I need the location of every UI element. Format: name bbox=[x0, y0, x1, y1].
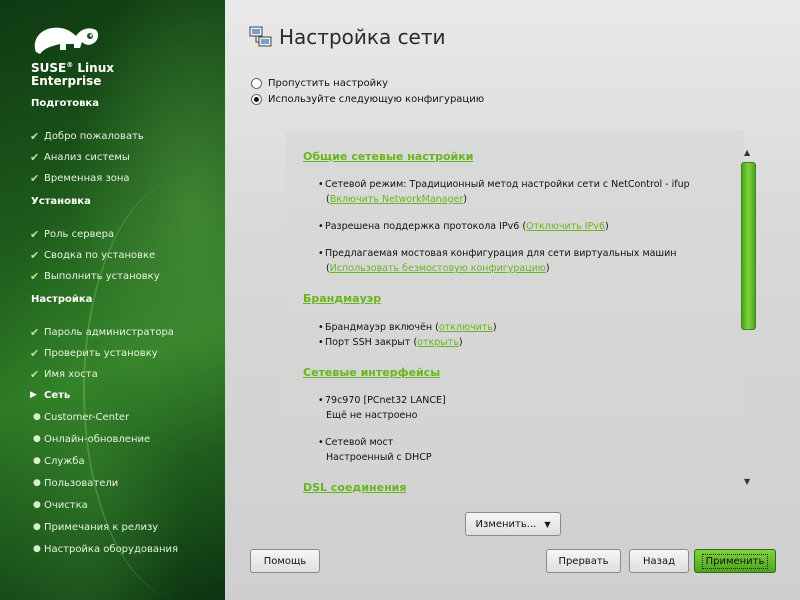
bullet-icon: ● bbox=[33, 434, 41, 444]
sidebar-item-server-role: ✔ Роль сервера bbox=[30, 227, 115, 241]
section-configuration: Настройка bbox=[31, 294, 93, 305]
ssh-port-item: •Порт SSH закрыт (открыть) bbox=[318, 337, 463, 348]
sidebar-item-release-notes: ● Примечания к релизу bbox=[30, 520, 158, 534]
sidebar-item-root-password: ✔ Пароль администратора bbox=[30, 325, 174, 339]
firewall-heading[interactable]: Брандмауэр bbox=[303, 292, 381, 305]
bullet-icon: ● bbox=[33, 544, 41, 554]
radio-label: Пропустить настройку bbox=[268, 78, 389, 89]
back-button[interactable]: Назад bbox=[629, 549, 689, 573]
sidebar-item-users: ● Пользователи bbox=[30, 476, 118, 490]
bullet-icon: ● bbox=[33, 500, 41, 510]
main-content: Настройка сети Пропустить настройку Испо… bbox=[225, 0, 800, 600]
sidebar-item-online-update: ● Онлайн-обновление bbox=[30, 432, 150, 446]
checkmark-icon: ✔ bbox=[30, 171, 40, 185]
interface-2-name: •Сетевой мост bbox=[318, 437, 394, 448]
bullet-icon: ● bbox=[33, 522, 41, 532]
interface-1-status: Ещё не настроено bbox=[326, 410, 418, 421]
sidebar-item-install-summary: ✔ Сводка по установке bbox=[30, 248, 156, 262]
bridge-link-line: (Использовать безмостовую конфигурацию) bbox=[326, 263, 550, 274]
bridgeless-config-link[interactable]: Использовать безмостовую конфигурацию bbox=[330, 263, 546, 274]
dsl-heading-partial[interactable]: DSL соединения bbox=[303, 481, 406, 494]
checkmark-icon: ✔ bbox=[30, 129, 40, 143]
checkmark-icon: ✔ bbox=[30, 346, 40, 360]
scroll-down-icon[interactable]: ▼ bbox=[744, 477, 750, 486]
back-label: Назад bbox=[642, 555, 675, 567]
checkmark-icon: ✔ bbox=[30, 150, 40, 164]
disable-ipv6-link[interactable]: Отключить IPv6 bbox=[526, 221, 605, 232]
disable-firewall-link[interactable]: отключить bbox=[439, 322, 493, 333]
suse-chameleon-logo bbox=[34, 27, 99, 54]
network-interfaces-heading[interactable]: Сетевые интерфейсы bbox=[303, 366, 440, 379]
bullet-icon: ● bbox=[33, 456, 41, 466]
ipv6-item: •Разрешена поддержка протокола IPv6 (Отк… bbox=[318, 221, 609, 232]
network-mode-link-line: (Включить NetworkManager) bbox=[326, 194, 468, 205]
network-mode-item: •Сетевой режим: Традиционный метод настр… bbox=[318, 179, 690, 190]
page-title: Настройка сети bbox=[279, 25, 446, 49]
arrow-right-icon: ▶ bbox=[30, 390, 37, 400]
checkmark-icon: ✔ bbox=[30, 367, 40, 381]
sidebar-item-customer-center: ● Customer-Center bbox=[30, 410, 129, 424]
sidebar-item-hardware-config: ● Настройка оборудования bbox=[30, 542, 178, 556]
radio-button[interactable] bbox=[251, 94, 262, 105]
sidebar: SUSE® Linux Enterprise Подготовка ✔ Добро… bbox=[0, 0, 225, 600]
sidebar-item-welcome: ✔ Добро пожаловать bbox=[30, 129, 144, 143]
skip-config-radio[interactable]: Пропустить настройку bbox=[251, 78, 388, 89]
bullet-icon: ● bbox=[33, 412, 41, 422]
brand-text: SUSE® Linux Enterprise bbox=[31, 61, 114, 88]
general-settings-heading[interactable]: Общие сетевые настройки bbox=[303, 150, 473, 163]
checkmark-icon: ✔ bbox=[30, 248, 40, 262]
scroll-up-icon[interactable]: ▲ bbox=[744, 148, 750, 157]
firewall-enabled-item: •Брандмауэр включён (отключить) bbox=[318, 322, 497, 333]
checkmark-icon: ✔ bbox=[30, 269, 40, 283]
sidebar-item-time-zone: ✔ Временная зона bbox=[30, 171, 130, 185]
enable-networkmanager-link[interactable]: Включить NetworkManager bbox=[330, 194, 464, 205]
checkmark-icon: ✔ bbox=[30, 325, 40, 339]
bridge-item: •Предлагаемая мостовая конфигурация для … bbox=[318, 248, 677, 259]
sidebar-item-service: ● Служба bbox=[30, 454, 85, 468]
apply-button[interactable]: Применить bbox=[694, 549, 776, 573]
use-config-radio[interactable]: Используйте следующую конфигурацию bbox=[251, 94, 484, 105]
network-computers-icon bbox=[249, 26, 272, 47]
sidebar-item-network: ▶ Сеть bbox=[30, 389, 71, 401]
radio-button[interactable] bbox=[251, 78, 262, 89]
network-summary-panel[interactable]: Общие сетевые настройки •Сетевой режим: … bbox=[286, 131, 744, 505]
checkmark-icon: ✔ bbox=[30, 227, 40, 241]
open-ssh-port-link[interactable]: открыть bbox=[417, 337, 459, 348]
section-installation: Установка bbox=[31, 196, 91, 207]
interface-2-status: Настроенный с DHCP bbox=[326, 452, 432, 463]
interface-1-name: •79c970 [PCnet32 LANCE] bbox=[318, 395, 446, 406]
sidebar-item-system-analysis: ✔ Анализ системы bbox=[30, 150, 130, 164]
scrollbar-thumb[interactable] bbox=[741, 162, 756, 330]
sidebar-item-perform-install: ✔ Выполнить установку bbox=[30, 269, 160, 283]
change-dropdown-button[interactable]: Изменить... ▼ bbox=[465, 512, 561, 536]
help-button[interactable]: Помощь bbox=[250, 549, 320, 573]
sidebar-item-cleanup: ● Очистка bbox=[30, 498, 88, 512]
help-label: Помощь bbox=[263, 555, 307, 567]
section-preparation: Подготовка bbox=[31, 98, 99, 109]
sidebar-item-check-install: ✔ Проверить установку bbox=[30, 346, 158, 360]
change-button-label: Изменить... bbox=[475, 518, 537, 530]
apply-label: Применить bbox=[701, 553, 769, 569]
chevron-down-icon: ▼ bbox=[544, 519, 551, 529]
sidebar-item-hostname: ✔ Имя хоста bbox=[30, 367, 98, 381]
radio-label: Используйте следующую конфигурацию bbox=[268, 94, 485, 105]
bullet-icon: ● bbox=[33, 478, 41, 488]
abort-label: Прервать bbox=[558, 555, 609, 567]
abort-button[interactable]: Прервать bbox=[546, 549, 621, 573]
